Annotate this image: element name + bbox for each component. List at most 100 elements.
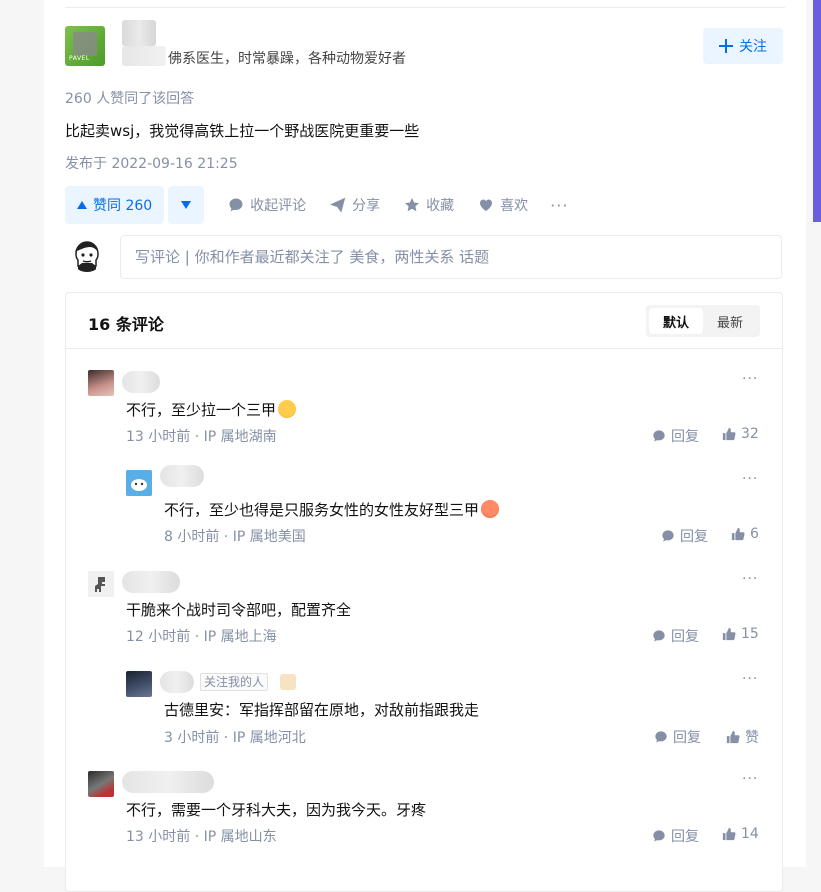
like-label: 赞: [745, 730, 759, 746]
comment-meta: 8 小时前 · IP 属地美国: [164, 529, 306, 545]
comment-meta: 3 小时前 · IP 属地河北: [164, 730, 306, 746]
triangle-down-icon: [181, 201, 192, 209]
heart-icon: [480, 199, 493, 211]
comment-text-content: 不行，至少拉一个三甲: [126, 401, 277, 419]
like-button[interactable]: 喜欢: [478, 195, 528, 215]
my-avatar[interactable]: [70, 238, 104, 272]
sort-latest-tab[interactable]: 最新: [703, 308, 757, 334]
comment-avatar[interactable]: [88, 370, 114, 396]
comments-count: 16 条评论: [88, 315, 164, 334]
comment-reply-button[interactable]: 回复: [661, 526, 708, 546]
reply-bubble-icon: [653, 630, 665, 642]
like-count: 14: [741, 826, 759, 842]
comment-meta: 13 小时前 · IP 属地湖南: [126, 429, 277, 445]
comment-like-button[interactable]: 14: [722, 826, 759, 842]
share-button[interactable]: 分享: [330, 195, 380, 215]
like-label: 喜欢: [500, 198, 529, 214]
vote-up-button[interactable]: 赞同 260: [65, 186, 165, 224]
reply-author-redacted[interactable]: [160, 671, 194, 693]
crown-badge-icon: [280, 674, 296, 690]
reply-bubble-icon: [653, 830, 665, 842]
publish-time[interactable]: 发布于 2022-09-16 21:25: [65, 153, 238, 173]
avatar-mosaic: [73, 32, 97, 56]
page-scrollbar[interactable]: [813, 0, 821, 222]
divider: [65, 7, 785, 8]
author-headline: 佛系医生，时常暴躁，各种动物爱好者: [168, 51, 406, 67]
vote-summary: 260 人赞同了该回答: [65, 91, 195, 107]
dinosaur-icon: [88, 571, 114, 597]
reply-label: 回复: [680, 529, 708, 545]
reply-label: 回复: [671, 429, 699, 445]
thumbs-up-icon: [726, 730, 740, 744]
triangle-up-icon: [77, 201, 87, 209]
comment-bubble-icon: [229, 198, 243, 212]
comment-like-button[interactable]: 32: [722, 426, 759, 442]
comment-text: 古德里安：军指挥部留在原地，对敌前指跟我走: [164, 701, 480, 719]
paper-plane-icon: [330, 197, 346, 213]
angry-emoji-icon: [481, 500, 500, 518]
comment-more-button[interactable]: ···: [742, 771, 758, 787]
like-count: 15: [741, 626, 759, 642]
comment-text: 不行，至少也得是只服务女性的女性友好型三甲: [164, 499, 500, 520]
thumbs-up-icon: [722, 427, 736, 441]
vote-down-button[interactable]: [168, 186, 205, 224]
reply-avatar[interactable]: [126, 671, 152, 697]
favorite-button[interactable]: 收藏: [404, 195, 454, 215]
thumbs-up-icon: [722, 627, 736, 641]
answer-card: PAVEL 佛系医生，时常暴躁，各种动物爱好者 关注 260 人赞同了该回答 比…: [44, 0, 806, 892]
like-count: 6: [750, 526, 759, 542]
comments-panel: 16 条评论 默认 最新 ··· 不行，至少拉一个三甲 13 小时前 · IP …: [65, 292, 783, 892]
comment-text: 干脆来个战时司令部吧，配置齐全: [126, 601, 352, 619]
comment-avatar[interactable]: [88, 571, 114, 597]
comment-author-redacted[interactable]: [122, 571, 180, 593]
reply-author-redacted[interactable]: [160, 465, 204, 487]
thumbs-up-icon: [722, 827, 736, 841]
reply-avatar[interactable]: [126, 470, 152, 496]
vote-up-label: 赞同 260: [93, 198, 153, 214]
more-actions-button[interactable]: ···: [550, 196, 568, 215]
star-icon: [405, 198, 420, 212]
comment-more-button[interactable]: ···: [742, 571, 758, 587]
comment-more-button[interactable]: ···: [742, 471, 758, 487]
sort-default-tab[interactable]: 默认: [648, 308, 703, 334]
comment-text-content: 不行，至少也得是只服务女性的女性友好型三甲: [164, 501, 480, 519]
reply-label: 回复: [671, 629, 699, 645]
comment-reply-button[interactable]: 回复: [652, 826, 699, 846]
comment-input[interactable]: [120, 235, 782, 279]
comment-author-redacted[interactable]: [122, 371, 160, 393]
comment-reply-button[interactable]: 回复: [652, 426, 699, 446]
comment-text: 不行，需要一个牙科大夫，因为我今天。牙疼: [126, 801, 427, 819]
comment-text: 不行，至少拉一个三甲: [126, 399, 297, 420]
comment-like-button[interactable]: 15: [722, 626, 759, 642]
reply-label: 回复: [671, 829, 699, 845]
comment-author-redacted[interactable]: [122, 771, 214, 793]
author-name-redacted-2: [122, 46, 166, 66]
author-name-redacted[interactable]: [122, 20, 156, 46]
comment-avatar[interactable]: [88, 771, 114, 797]
follow-label: 关注: [739, 39, 767, 55]
thumbs-up-icon: [731, 527, 745, 541]
comment-meta: 13 小时前 · IP 属地山东: [126, 829, 277, 845]
plus-icon: [719, 39, 733, 53]
favorite-label: 收藏: [426, 198, 455, 214]
follow-button[interactable]: 关注: [703, 28, 783, 64]
comment-more-button[interactable]: ···: [742, 371, 758, 387]
comment-like-button[interactable]: 赞: [726, 727, 759, 747]
comment-like-button[interactable]: 6: [731, 526, 759, 542]
like-count: 32: [741, 426, 759, 442]
comments-header: 16 条评论 默认 最新: [66, 293, 782, 349]
avatar-tag: PAVEL: [69, 55, 90, 62]
reply-label: 回复: [673, 730, 701, 746]
reply-bubble-icon: [653, 430, 665, 442]
cartoon-dog-icon: [126, 470, 152, 496]
share-label: 分享: [352, 198, 381, 214]
sketch-face-icon: [70, 238, 104, 272]
action-bar: 赞同 260 收起评论 分享 收藏 喜欢 ···: [65, 186, 568, 224]
collapse-comments-button[interactable]: 收起评论: [228, 195, 306, 215]
comment-more-button[interactable]: ···: [742, 671, 758, 687]
author-avatar[interactable]: PAVEL: [65, 26, 105, 66]
reply-bubble-icon: [662, 530, 674, 542]
comment-reply-button[interactable]: 回复: [654, 727, 701, 747]
comment-reply-button[interactable]: 回复: [652, 626, 699, 646]
reply-bubble-icon: [655, 731, 667, 743]
